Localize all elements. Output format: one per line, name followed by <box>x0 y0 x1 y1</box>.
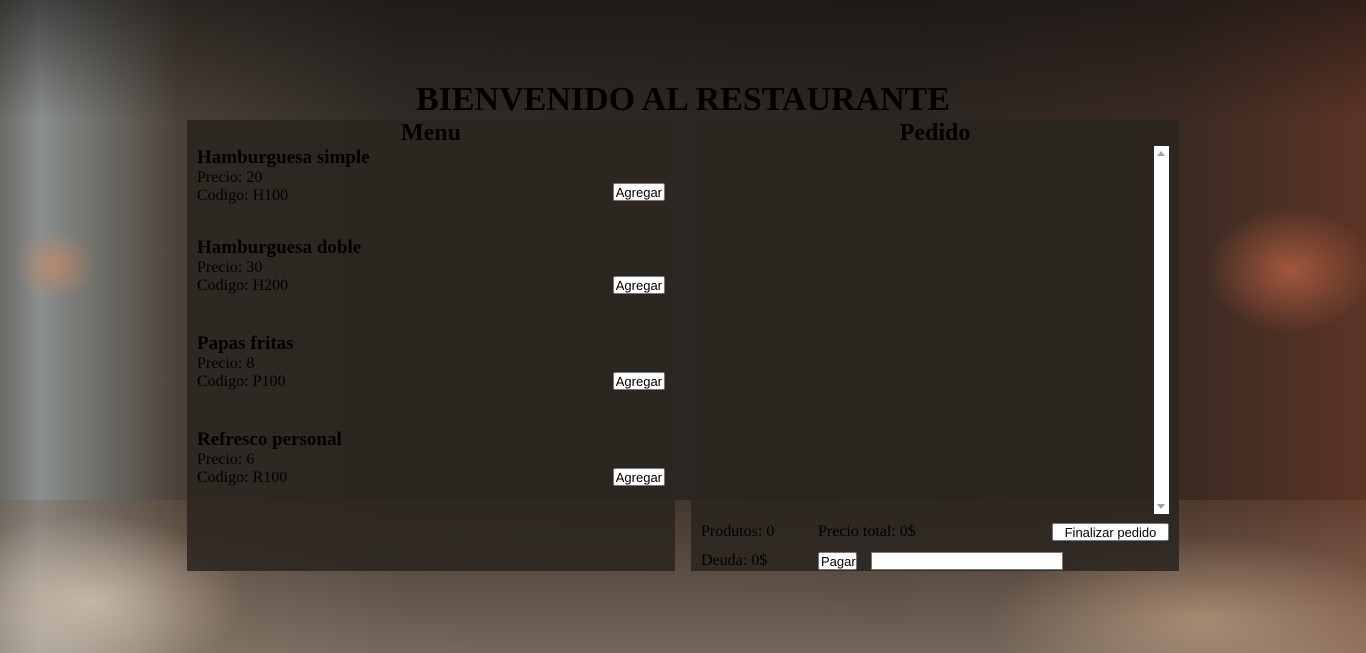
order-list[interactable] <box>691 146 1169 514</box>
menu-heading: Menu <box>401 120 461 146</box>
menu-item-name: Refresco personal <box>197 429 342 450</box>
menu-item-code: Codigo: H100 <box>197 187 289 204</box>
page-title: BIENVENIDO AL RESTAURANTE <box>415 81 951 118</box>
add-item-button[interactable]: Agregar <box>612 276 665 294</box>
menu-item-code: Codigo: H200 <box>197 277 289 294</box>
order-list-scrollbar[interactable] <box>1154 146 1169 514</box>
add-item-button[interactable]: Agregar <box>612 372 665 390</box>
menu-item-price: Precio: 30 <box>197 259 263 276</box>
order-heading: Pedido <box>899 120 971 146</box>
menu-item: Papas fritas Precio: 8 Codigo: P100 Agre… <box>197 333 665 413</box>
menu-item-price: Precio: 6 <box>197 451 255 468</box>
menu-item-code: Codigo: R100 <box>197 469 288 486</box>
products-count: Produtos: 0 <box>701 523 775 540</box>
add-item-button[interactable]: Agregar <box>612 183 665 201</box>
menu-item-name: Papas fritas <box>197 333 294 354</box>
order-footer: Produtos: 0 Precio total: 0$ Finalizar p… <box>701 520 1169 570</box>
menu-item-price: Precio: 8 <box>197 355 255 372</box>
menu-item: Hamburguesa simple Precio: 20 Codigo: H1… <box>197 147 665 227</box>
scroll-up-icon[interactable] <box>1157 151 1165 156</box>
menu-panel: Menu Hamburguesa simple Precio: 20 Codig… <box>187 120 675 571</box>
menu-item-name: Hamburguesa simple <box>197 147 370 168</box>
menu-item-name: Hamburguesa doble <box>197 237 362 258</box>
menu-item-price: Precio: 20 <box>197 169 263 186</box>
total-price: Precio total: 0$ <box>818 523 916 540</box>
add-item-button[interactable]: Agregar <box>612 468 665 486</box>
menu-item: Refresco personal Precio: 6 Codigo: R100… <box>197 429 665 509</box>
menu-item: Hamburguesa doble Precio: 30 Codigo: H20… <box>197 237 665 317</box>
menu-item-code: Codigo: P100 <box>197 373 286 390</box>
order-panel: Pedido Produtos: 0 Precio total: 0$ Fina… <box>691 120 1179 571</box>
scroll-down-icon[interactable] <box>1157 504 1165 509</box>
pay-button[interactable]: Pagar <box>818 552 857 570</box>
payment-input[interactable] <box>871 552 1063 570</box>
finish-order-button[interactable]: Finalizar pedido <box>1052 523 1169 541</box>
debt-amount: Deuda: 0$ <box>701 552 768 569</box>
